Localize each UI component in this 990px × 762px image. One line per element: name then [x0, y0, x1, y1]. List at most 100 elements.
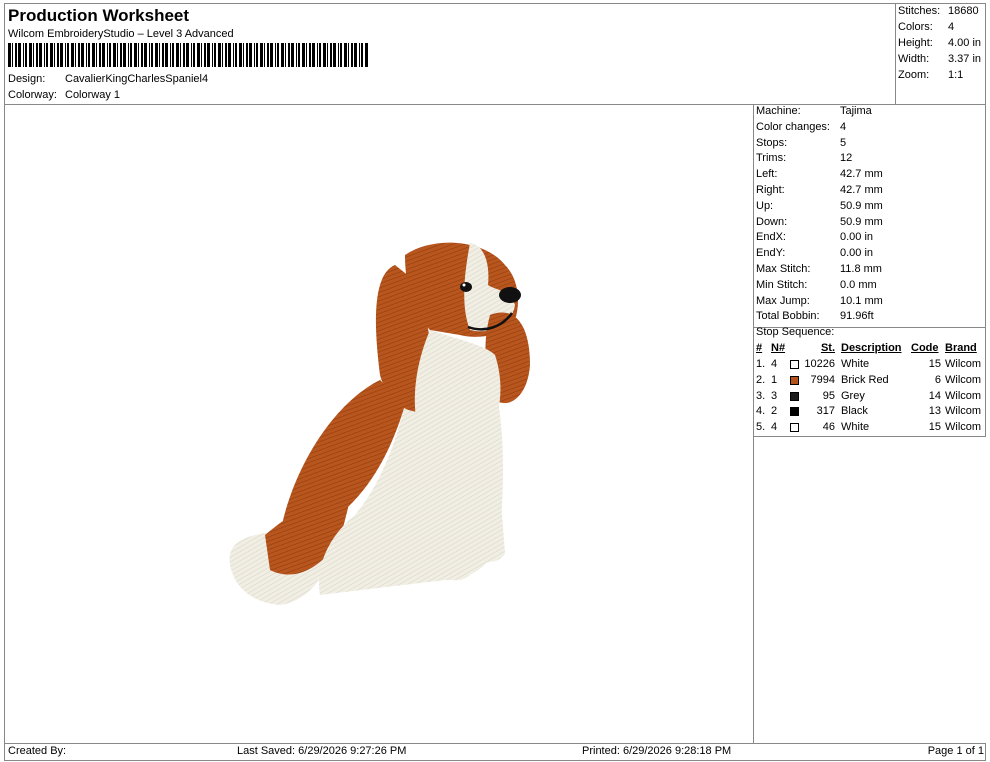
barcode-bar — [36, 43, 38, 67]
machine-info-label: Trims: — [756, 152, 787, 165]
machine-info-value: 0.00 in — [840, 231, 874, 244]
barcode-bar — [306, 43, 307, 67]
machine-info-label: Total Bobbin: — [756, 310, 820, 323]
barcode-bar — [46, 43, 48, 67]
stop-num: 5. — [756, 421, 766, 434]
barcode-bar — [92, 43, 95, 67]
stop-stitches: 317 — [816, 405, 835, 418]
stop-num: 3. — [756, 389, 766, 402]
col-brand: Brand — [945, 342, 977, 354]
stop-needle: 1 — [771, 373, 778, 386]
barcode-bar — [162, 43, 164, 67]
machine-info-label: Min Stitch: — [756, 278, 808, 291]
barcode-bar — [75, 43, 76, 67]
stop-description: Black — [841, 405, 868, 418]
barcode-bar — [165, 43, 168, 67]
barcode-bar — [359, 43, 360, 67]
machine-info-label: Left: — [756, 168, 778, 181]
barcode-bar — [15, 43, 17, 67]
barcode-bar — [170, 43, 171, 67]
barcode-bar — [159, 43, 160, 67]
barcode-bar — [212, 43, 213, 67]
barcode-bar — [214, 43, 216, 67]
page-number: Page 1 of 1 — [927, 745, 984, 757]
barcode-bar — [249, 43, 252, 67]
barcode-bar — [246, 43, 248, 67]
colorway-value: Colorway 1 — [65, 89, 121, 101]
stop-brand: Wilcom — [945, 389, 982, 402]
machine-info-value: 91.96ft — [840, 310, 874, 323]
barcode-bar — [134, 43, 137, 67]
barcode-bar — [117, 43, 118, 67]
stop-brand: Wilcom — [945, 373, 982, 386]
barcode-bar — [18, 43, 21, 67]
barcode-bar — [254, 43, 255, 67]
stop-description: Grey — [841, 389, 865, 402]
colors-label: Colors: — [898, 21, 933, 33]
barcode-bar — [340, 43, 342, 67]
color-swatch — [790, 391, 799, 401]
barcode-bar — [327, 43, 328, 67]
barcode-bar — [323, 43, 326, 67]
barcode-bar — [239, 43, 242, 67]
stop-stitches: 46 — [822, 421, 835, 434]
nose — [499, 287, 521, 303]
stop-code: 15 — [928, 358, 941, 370]
stop-description: White — [841, 421, 870, 434]
machine-info-value: Tajima — [840, 105, 872, 117]
machine-info-label: EndX: — [756, 231, 786, 244]
barcode-bar — [228, 43, 231, 67]
design-value: CavalierKingCharlesSpaniel4 — [65, 73, 209, 85]
barcode-bar — [57, 43, 59, 67]
barcode-bar — [354, 43, 357, 67]
col-n: N# — [771, 342, 786, 354]
color-swatch — [790, 375, 799, 385]
stop-sequence-title: Stop Sequence: — [756, 326, 835, 338]
barcode-bar — [270, 43, 273, 67]
barcode-bar — [144, 43, 147, 67]
machine-info-value: 0.00 in — [840, 247, 874, 260]
machine-info-value: 42.7 mm — [840, 168, 883, 181]
barcode-bar — [330, 43, 332, 67]
barcode-bar — [264, 43, 265, 67]
barcode-bar — [338, 43, 339, 67]
stop-num: 4. — [756, 405, 766, 418]
barcode-bar — [309, 43, 311, 67]
barcode-bar — [109, 43, 111, 67]
barcode-bar — [333, 43, 336, 67]
barcode-bar — [130, 43, 132, 67]
barcode-bar — [8, 43, 11, 67]
barcode-bar — [296, 43, 297, 67]
col-num: # — [756, 342, 763, 354]
barcode-bar — [193, 43, 195, 67]
barcode — [8, 43, 368, 67]
barcode-bar — [243, 43, 244, 67]
stop-brand: Wilcom — [945, 405, 982, 418]
barcode-bar — [207, 43, 210, 67]
machine-info-label: Stops: — [756, 136, 788, 149]
barcode-bar — [172, 43, 174, 67]
barcode-bar — [222, 43, 223, 67]
barcode-bar — [39, 43, 42, 67]
stop-description: White — [841, 358, 870, 370]
barcode-bar — [260, 43, 263, 67]
machine-info-value: 5 — [840, 136, 847, 149]
barcode-bar — [288, 43, 290, 67]
barcode-bar — [302, 43, 305, 67]
barcode-bar — [186, 43, 189, 67]
created-by: Created By: — [8, 745, 67, 757]
barcode-bar — [60, 43, 63, 67]
barcode-bar — [141, 43, 143, 67]
barcode-bar — [67, 43, 69, 67]
stop-needle: 4 — [771, 421, 778, 434]
barcode-bar — [102, 43, 105, 67]
barcode-bar — [96, 43, 97, 67]
height-value: 4.00 in — [948, 37, 982, 49]
stop-description: Brick Red — [841, 373, 889, 386]
barcode-bar — [218, 43, 221, 67]
barcode-bar — [128, 43, 129, 67]
barcode-bar — [281, 43, 284, 67]
barcode-bar — [44, 43, 45, 67]
barcode-bar — [180, 43, 181, 67]
machine-info-value: 50.9 mm — [840, 199, 883, 212]
